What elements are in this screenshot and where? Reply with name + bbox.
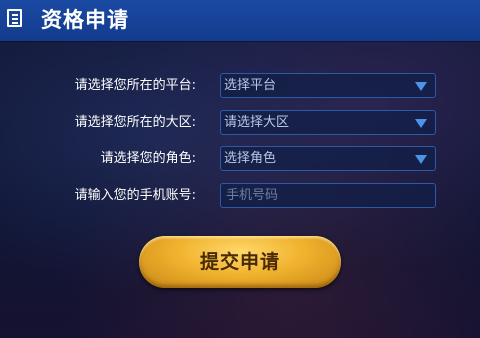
region-select[interactable]: 请选择大区 bbox=[220, 110, 436, 135]
platform-select-value: 选择平台 bbox=[224, 78, 277, 93]
region-select-value: 请选择大区 bbox=[224, 115, 290, 130]
submit-button[interactable]: 提交申请 bbox=[139, 236, 341, 288]
region-label: 请选择您所在的大区: bbox=[74, 115, 196, 130]
role-select[interactable]: 选择角色 bbox=[220, 146, 436, 171]
chevron-down-icon bbox=[415, 82, 427, 91]
document-list-icon bbox=[7, 9, 22, 27]
phone-input[interactable]: 手机号码 bbox=[220, 183, 436, 208]
page-title: 资格申请 bbox=[41, 8, 129, 32]
platform-select[interactable]: 选择平台 bbox=[220, 73, 436, 98]
role-select-value: 选择角色 bbox=[224, 151, 277, 166]
phone-label: 请输入您的手机账号: bbox=[74, 188, 196, 203]
chevron-down-icon bbox=[415, 119, 427, 128]
chevron-down-icon bbox=[415, 155, 427, 164]
role-label: 请选择您的角色: bbox=[100, 151, 196, 166]
page-header: 资格申请 bbox=[0, 0, 480, 41]
platform-label: 请选择您所在的平台: bbox=[74, 78, 196, 93]
phone-input-placeholder: 手机号码 bbox=[226, 188, 279, 203]
